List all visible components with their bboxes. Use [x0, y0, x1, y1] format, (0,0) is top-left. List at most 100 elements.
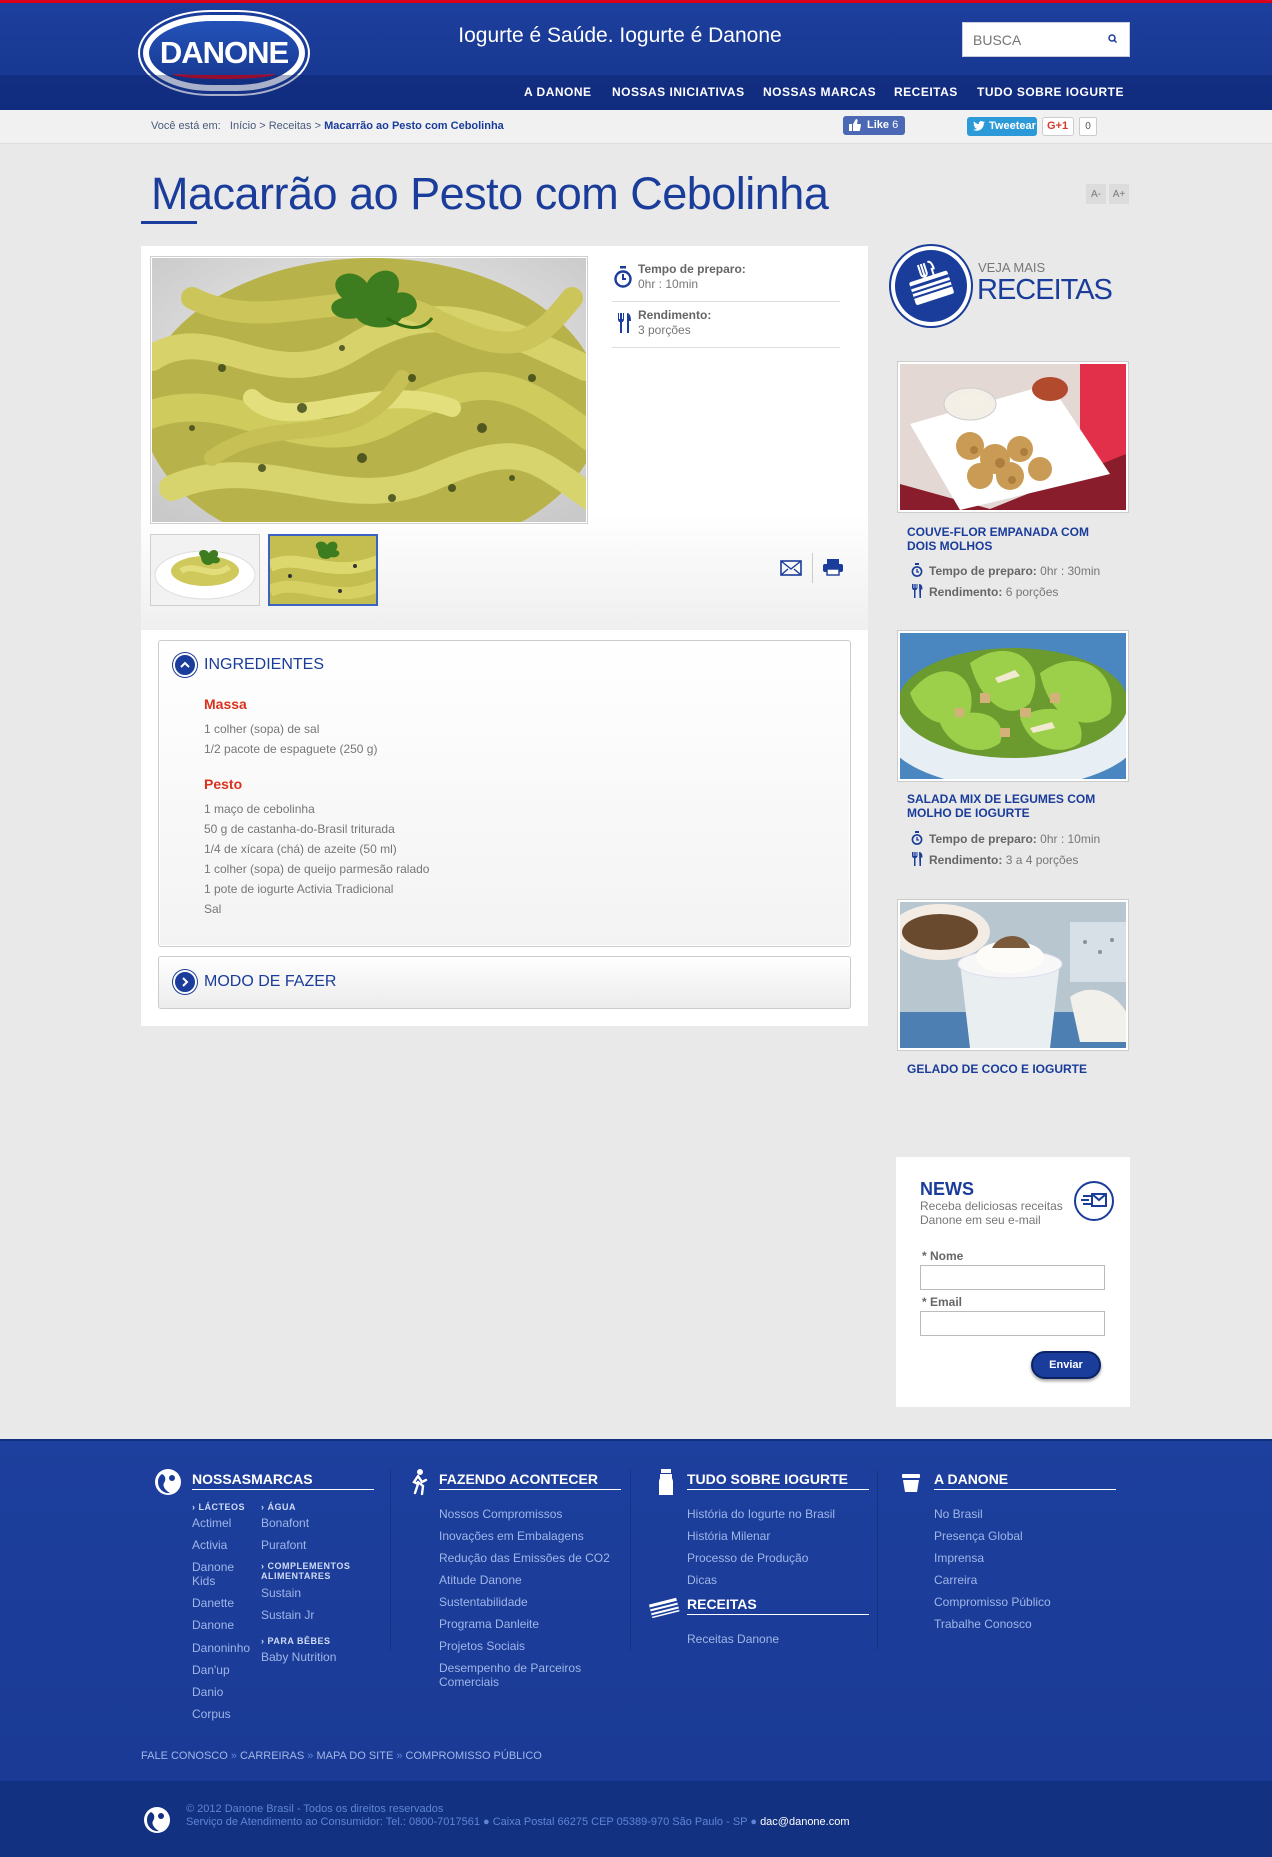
email-share-icon[interactable]	[780, 560, 802, 576]
breadcrumb-link-receitas[interactable]: Receitas	[269, 120, 312, 132]
recipe-thumbnail[interactable]	[150, 534, 260, 606]
footer-link[interactable]: Inovações em Embalagens	[439, 1529, 584, 1543]
footer-col-title[interactable]: FAZENDO ACONTECER	[439, 1471, 621, 1490]
veja-mais-label: VEJA MAIS	[978, 260, 1046, 275]
title-underline	[141, 221, 197, 224]
stopwatch-icon	[911, 563, 923, 577]
sac-email[interactable]: dac@danone.com	[760, 1816, 849, 1828]
nav-a-danone[interactable]: A DANONE	[524, 85, 592, 99]
footer-link[interactable]: Corpus	[192, 1707, 231, 1721]
tweet-label: Tweetear	[989, 120, 1036, 132]
side-recipe-prep: Tempo de preparo: 0hr : 10min	[929, 832, 1100, 846]
footer-link[interactable]: Danio	[192, 1685, 223, 1699]
recipe-thumbnail[interactable]	[268, 534, 378, 606]
footer-link[interactable]: Atitude Danone	[439, 1573, 522, 1587]
search-input[interactable]	[963, 23, 1103, 56]
side-recipe-image[interactable]	[897, 630, 1129, 782]
ingredients-title[interactable]: INGREDIENTES	[204, 656, 324, 674]
footer-link[interactable]: Imprensa	[934, 1551, 984, 1565]
footer-link[interactable]: Trabalhe Conosco	[934, 1617, 1032, 1631]
facebook-like-button[interactable]: Like 6	[843, 116, 905, 135]
footer-link[interactable]: História do Iogurte no Brasil	[687, 1507, 835, 1521]
footer-link[interactable]: Processo de Produção	[687, 1551, 808, 1565]
side-recipe-prep-value: 0hr : 10min	[1040, 832, 1101, 846]
email-field-label: * Email	[922, 1295, 963, 1309]
footer-link[interactable]: Bonafont	[261, 1516, 309, 1530]
side-recipe-prep: Tempo de preparo: 0hr : 30min	[929, 564, 1100, 578]
side-recipe-image[interactable]	[897, 361, 1129, 513]
nav-nossas-iniciativas[interactable]: NOSSAS INICIATIVAS	[612, 85, 745, 99]
footer-link[interactable]: Purafont	[261, 1538, 306, 1552]
site-footer	[0, 1439, 1272, 1781]
footer-link-fale-conosco[interactable]: FALE CONOSCO	[141, 1750, 228, 1762]
footer-link[interactable]: Nossos Compromissos	[439, 1507, 562, 1521]
footer-category-label: PARA BÊBES	[267, 1636, 331, 1646]
breadcrumb-prefix: Você está em:	[151, 120, 221, 132]
person-running-icon	[412, 1469, 428, 1496]
footer-link[interactable]: Danone	[192, 1618, 234, 1632]
stopwatch-icon	[911, 831, 923, 845]
footer-link[interactable]: Activia	[192, 1538, 227, 1552]
copyright: © 2012 Danone Brasil - Todos os direitos…	[186, 1803, 850, 1829]
method-title[interactable]: MODO DE FAZER	[204, 973, 336, 991]
footer-link[interactable]: Receitas Danone	[687, 1632, 779, 1646]
recipe-main-photo	[150, 256, 588, 524]
yield-row: Rendimento: 3 porções	[612, 302, 840, 348]
footer-link[interactable]: Programa Danleite	[439, 1617, 539, 1631]
footer-link[interactable]: Sustentabilidade	[439, 1595, 528, 1609]
footer-link-compromisso[interactable]: COMPROMISSO PÚBLICO	[406, 1750, 542, 1762]
tweet-button[interactable]: Tweetear	[967, 117, 1037, 136]
footer-bottom-links: FALE CONOSCO » CARREIRAS » MAPA DO SITE …	[141, 1750, 542, 1762]
font-increase-button[interactable]: A+	[1109, 184, 1129, 204]
footer-link[interactable]: Danette	[192, 1596, 234, 1610]
search-box[interactable]	[962, 22, 1130, 57]
side-recipe-prep-value: 0hr : 30min	[1040, 564, 1101, 578]
nav-tudo-sobre-iogurte[interactable]: TUDO SOBRE IOGURTE	[977, 85, 1124, 99]
newsletter-icon	[1074, 1181, 1114, 1221]
footer-link[interactable]: Actimel	[192, 1516, 231, 1530]
footer-col-title[interactable]: NOSSASMARCAS	[192, 1471, 374, 1490]
nav-nossas-marcas[interactable]: NOSSAS MARCAS	[763, 85, 876, 99]
footer-link[interactable]: Dan'up	[192, 1663, 230, 1677]
footer-link[interactable]: Baby Nutrition	[261, 1650, 336, 1664]
google-plus-button[interactable]: G+1	[1042, 117, 1074, 136]
email-field[interactable]	[920, 1311, 1105, 1336]
twitter-bird-icon	[973, 121, 985, 131]
footer-col-title[interactable]: TUDO SOBRE IOGURTE	[687, 1471, 869, 1490]
side-recipe-title[interactable]: GELADO DE COCO E IOGURTE	[907, 1062, 1117, 1076]
collapse-toggle-icon[interactable]	[173, 653, 197, 677]
expand-toggle-icon[interactable]	[173, 970, 197, 994]
footer-link[interactable]: Desempenho de Parceiros Comerciais	[439, 1661, 599, 1689]
footer-link[interactable]: Projetos Sociais	[439, 1639, 525, 1653]
ingredient-item: 1/2 pacote de espaguete (250 g)	[204, 742, 378, 756]
footer-link[interactable]: Danone Kids	[192, 1560, 242, 1588]
slogan: Iogurte é Saúde. Iogurte é Danone	[458, 24, 782, 47]
stopwatch-icon	[614, 266, 632, 288]
footer-link[interactable]: Danoninho	[192, 1641, 250, 1655]
footer-link[interactable]: Compromisso Público	[934, 1595, 1051, 1609]
footer-link-carreiras[interactable]: CARREIRAS	[240, 1750, 304, 1762]
newsletter-submit-button[interactable]: Enviar	[1031, 1351, 1101, 1379]
method-panel[interactable]: MODO DE FAZER	[158, 956, 851, 1009]
footer-col-title[interactable]: A DANONE	[934, 1471, 1116, 1490]
nav-receitas[interactable]: RECEITAS	[894, 85, 958, 99]
footer-link-mapa-do-site[interactable]: MAPA DO SITE	[316, 1750, 393, 1762]
footer-link[interactable]: Redução das Emissões de CO2	[439, 1551, 610, 1565]
footer-col-title[interactable]: RECEITAS	[687, 1596, 869, 1615]
search-icon[interactable]	[1105, 31, 1121, 47]
footer-link[interactable]: Sustain Jr	[261, 1608, 314, 1622]
print-icon[interactable]	[822, 558, 844, 576]
side-recipe-title[interactable]: COUVE-FLOR EMPANADA COM DOIS MOLHOS	[907, 525, 1117, 553]
footer-link[interactable]: Carreira	[934, 1573, 977, 1587]
name-field[interactable]	[920, 1265, 1105, 1290]
side-recipe-title[interactable]: SALADA MIX DE LEGUMES COM MOLHO DE IOGUR…	[907, 792, 1117, 820]
footer-link[interactable]: No Brasil	[934, 1507, 983, 1521]
footer-link[interactable]: Dicas	[687, 1573, 717, 1587]
footer-link[interactable]: Presença Global	[934, 1529, 1023, 1543]
thumbs-up-icon	[849, 119, 861, 131]
breadcrumb-link-inicio[interactable]: Início	[230, 120, 256, 132]
font-decrease-button[interactable]: A-	[1086, 184, 1106, 204]
footer-link[interactable]: História Milenar	[687, 1529, 770, 1543]
side-recipe-image[interactable]	[897, 899, 1129, 1051]
footer-link[interactable]: Sustain	[261, 1586, 301, 1600]
